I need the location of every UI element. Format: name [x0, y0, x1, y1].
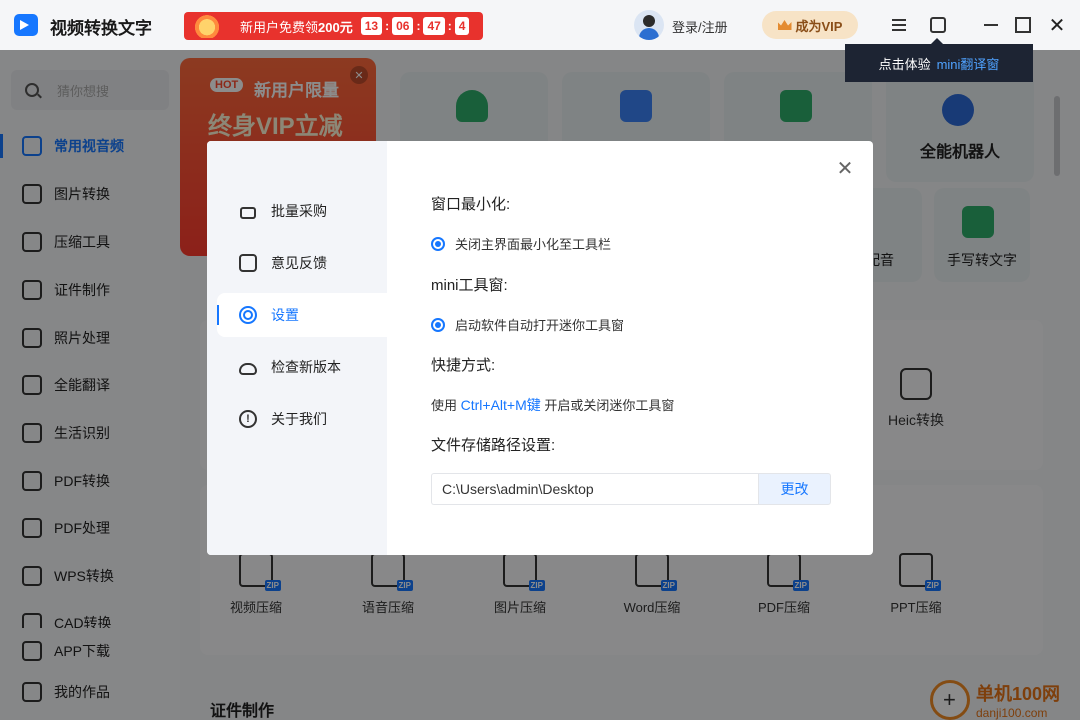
gift-icon [184, 12, 236, 40]
tooltip-prefix: 点击体验 [878, 56, 931, 72]
app-logo-icon [14, 14, 38, 36]
menu-item-feedback[interactable]: 意见反馈 [217, 241, 387, 285]
promo-banner[interactable]: 新用户免费领200元 13: 06: 47: 4 [184, 12, 483, 40]
crown-icon [777, 20, 792, 30]
maximize-icon[interactable] [1010, 12, 1036, 38]
settings-icon [239, 306, 257, 324]
mini-window-icon[interactable] [930, 17, 946, 33]
menu-item-settings[interactable]: 设置 [217, 293, 387, 337]
mini-translate-tooltip: 点击体验 mini翻译窗 [845, 38, 1033, 82]
timer-seconds: 47 [423, 17, 445, 35]
menu-item-update[interactable]: 检查新版本 [217, 345, 387, 389]
radio-selected-icon[interactable] [431, 236, 445, 251]
timer-minutes: 06 [392, 17, 414, 35]
shortcut-label: 快捷方式: [431, 357, 496, 374]
menu-item-label: 设置 [271, 307, 299, 323]
vip-label: 成为VIP [795, 18, 843, 34]
menu-item-label: 检查新版本 [271, 359, 341, 375]
shortcut-key: Ctrl+Alt+M键 [460, 397, 541, 413]
mini-window-option-label: 启动软件自动打开迷你工具窗 [455, 318, 625, 333]
settings-menu: 批量采购 意见反馈 设置 检查新版本 ! 关于我们 [207, 141, 387, 555]
mini-window-option[interactable]: 启动软件自动打开迷你工具窗 [431, 315, 624, 334]
update-icon [239, 358, 257, 376]
login-button[interactable]: 登录/注册 [672, 17, 728, 36]
close-icon[interactable]: ✕ [1044, 12, 1070, 38]
become-vip-button[interactable]: 成为VIP [762, 11, 858, 39]
menu-item-label: 关于我们 [271, 411, 327, 427]
title-bar: 视频转换文字 新用户免费领200元 13: 06: 47: 4 登录/注册 成为… [0, 0, 1080, 50]
menu-item-about[interactable]: ! 关于我们 [217, 397, 387, 441]
path-label: 文件存储路径设置: [431, 437, 556, 454]
close-icon[interactable]: ✕ [835, 159, 855, 179]
avatar[interactable] [634, 10, 664, 40]
menu-item-purchase[interactable]: 批量采购 [217, 189, 387, 233]
feedback-icon [239, 254, 257, 272]
window-min-option[interactable]: 关闭主界面最小化至工具栏 [431, 234, 611, 253]
countdown-timer: 13: 06: 47: 4 [360, 17, 470, 35]
settings-dialog: 批量采购 意见反馈 设置 检查新版本 ! 关于我们 ✕ 窗口最小化: 关闭主界面… [207, 141, 873, 555]
window-min-label: 窗口最小化: [431, 196, 511, 213]
storage-path-field[interactable] [431, 473, 759, 505]
info-icon: ! [239, 410, 257, 428]
menu-item-label: 批量采购 [271, 203, 327, 219]
shortcut-description: 使用 Ctrl+Alt+M键 开启或关闭迷你工具窗 [431, 397, 675, 413]
menu-icon[interactable] [886, 12, 912, 38]
mini-window-label: mini工具窗: [431, 277, 508, 294]
change-path-button[interactable]: 更改 [758, 473, 831, 505]
tooltip-highlight: mini翻译窗 [936, 56, 1000, 72]
purchase-icon [239, 202, 257, 220]
window-min-option-label: 关闭主界面最小化至工具栏 [455, 237, 612, 252]
timer-hours: 13 [360, 17, 383, 35]
minimize-icon[interactable] [978, 12, 1004, 38]
menu-item-label: 意见反馈 [271, 255, 327, 271]
radio-selected-icon[interactable] [431, 317, 445, 332]
promo-text: 新用户免费领200元 [240, 19, 353, 35]
app-title: 视频转换文字 [50, 19, 152, 38]
timer-tenths: 4 [454, 17, 470, 35]
